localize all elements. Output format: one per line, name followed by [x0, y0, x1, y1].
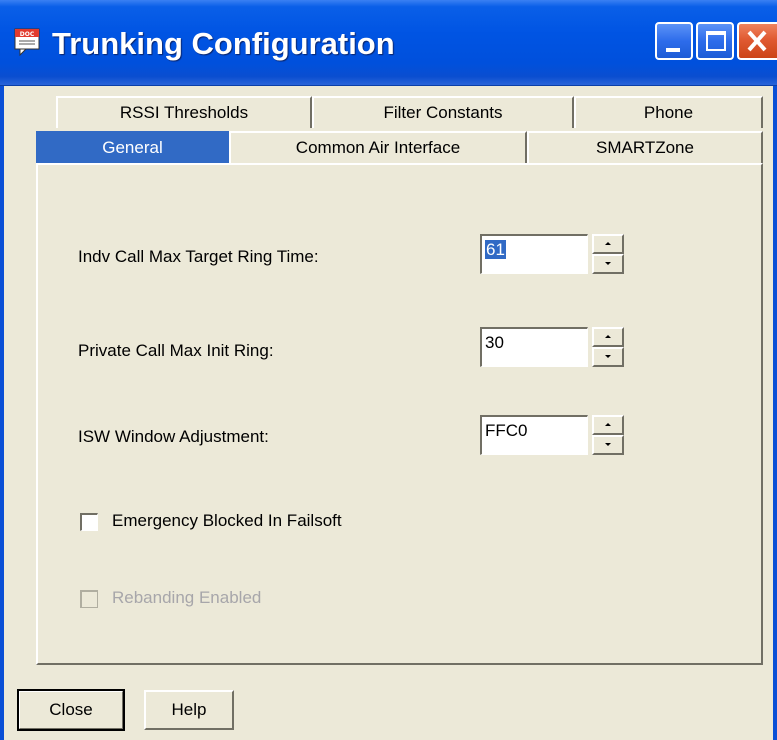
rebanding-enabled-checkbox	[80, 590, 98, 608]
isw-window-label: ISW Window Adjustment:	[78, 427, 269, 446]
help-button-label: Help	[171, 700, 207, 719]
close-icon	[747, 30, 767, 52]
private-call-value: 30	[485, 333, 504, 352]
tab-filter-constants[interactable]: Filter Constants	[312, 96, 574, 128]
spin-down-button[interactable]	[592, 435, 624, 455]
close-window-button[interactable]	[737, 22, 777, 60]
tab-common-air-interface[interactable]: Common Air Interface	[229, 131, 527, 163]
indv-call-label: Indv Call Max Target Ring Time:	[78, 247, 319, 266]
minimize-icon	[666, 48, 680, 52]
indv-call-ring-time-input[interactable]: 61	[480, 234, 588, 274]
tab-smartzone[interactable]: SMARTZone	[527, 131, 763, 163]
emergency-blocked-checkbox[interactable]	[80, 513, 98, 531]
maximize-icon	[706, 31, 726, 51]
arrow-up-icon	[605, 242, 611, 245]
rebanding-enabled-label: Rebanding Enabled	[112, 588, 262, 607]
private-call-label: Private Call Max Init Ring:	[78, 341, 274, 360]
spin-down-button[interactable]	[592, 347, 624, 367]
isw-window-adjustment-input[interactable]: FFC0	[480, 415, 588, 455]
spin-up-button[interactable]	[592, 234, 624, 254]
window-frame-right	[773, 86, 777, 740]
window-title: Trunking Configuration	[52, 26, 395, 61]
spin-up-button[interactable]	[592, 327, 624, 347]
spin-up-button[interactable]	[592, 415, 624, 435]
tab-rssi-thresholds[interactable]: RSSI Thresholds	[56, 96, 312, 128]
close-button[interactable]: Close	[17, 689, 125, 731]
help-button[interactable]: Help	[144, 690, 234, 730]
title-bar[interactable]: DOC Trunking Configuration	[0, 0, 777, 86]
arrow-up-icon	[605, 423, 611, 426]
tab-label: General	[102, 138, 163, 157]
tab-label: Common Air Interface	[295, 138, 461, 157]
tab-label: SMARTZone	[596, 138, 694, 157]
close-button-label: Close	[49, 700, 93, 719]
emergency-blocked-label[interactable]: Emergency Blocked In Failsoft	[112, 511, 342, 531]
window-frame-left	[0, 86, 4, 740]
app-icon-text: DOC	[20, 31, 35, 38]
arrow-down-icon	[605, 262, 611, 265]
spin-down-button[interactable]	[592, 254, 624, 274]
private-call-spinner[interactable]	[592, 327, 624, 367]
private-call-init-ring-input[interactable]: 30	[480, 327, 588, 367]
tab-phone[interactable]: Phone	[574, 96, 763, 128]
arrow-down-icon	[605, 443, 611, 446]
indv-call-value: 61	[485, 240, 506, 259]
tab-label: RSSI Thresholds	[119, 103, 249, 122]
arrow-down-icon	[605, 355, 611, 358]
doc-app-icon: DOC	[14, 28, 40, 56]
isw-window-value: FFC0	[485, 421, 528, 440]
tab-general[interactable]: General	[36, 131, 229, 163]
tab-label: Filter Constants	[383, 103, 503, 122]
indv-call-spinner[interactable]	[592, 234, 624, 274]
maximize-button[interactable]	[696, 22, 734, 60]
isw-window-spinner[interactable]	[592, 415, 624, 455]
minimize-button[interactable]	[655, 22, 693, 60]
tab-label: Phone	[643, 103, 694, 122]
arrow-up-icon	[605, 335, 611, 338]
